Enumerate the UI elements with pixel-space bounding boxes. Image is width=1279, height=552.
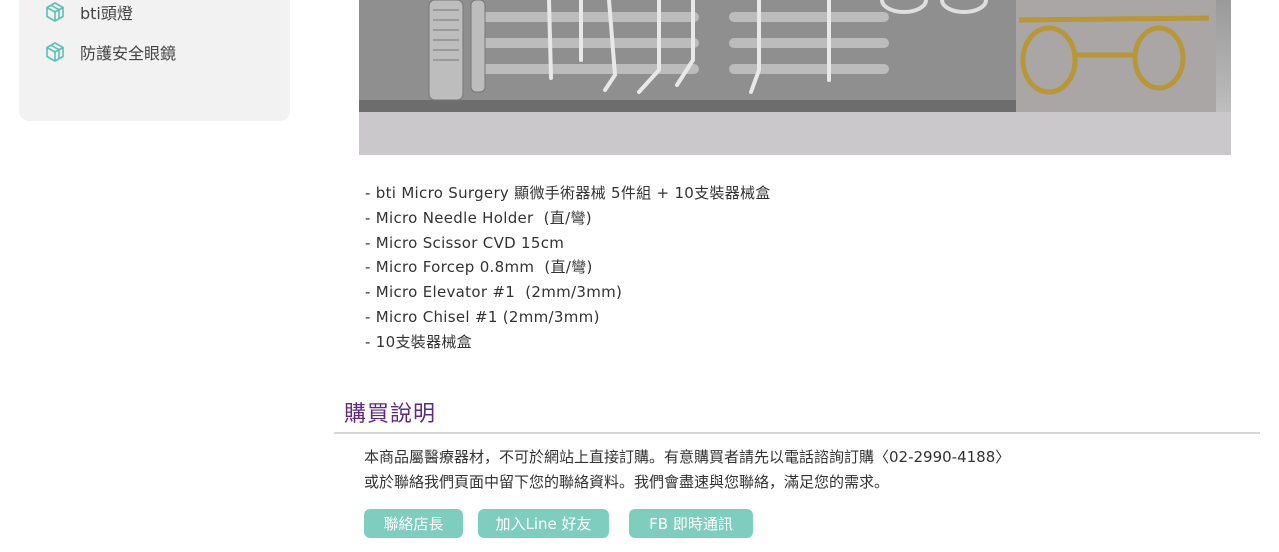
description-line: - Micro Scissor CVD 15cm	[365, 233, 565, 252]
purchase-section-title: 購買說明	[344, 402, 437, 427]
description-line: - Micro Elevator #1 (2mm/3mm)	[365, 283, 623, 302]
description-line: - Micro Forcep 0.8mm (直/彎)	[365, 258, 593, 277]
sidebar-item-safety-glasses[interactable]: 防護安全眼鏡	[44, 40, 176, 64]
contact-owner-button[interactable]: 聯絡店長	[364, 509, 463, 538]
description-line: - bti Micro Surgery 顯微手術器械 5件組 + 10支裝器械盒	[365, 184, 771, 202]
cube-outline-icon	[44, 1, 66, 23]
purchase-note-line: 本商品屬醫療器材，不可於網站上直接訂購。有意購買者請先以電話諮詢訂購〈02-29…	[364, 448, 1011, 466]
cube-outline-icon	[44, 41, 66, 63]
description-line: - Micro Chisel #1 (2mm/3mm)	[365, 307, 600, 326]
sidebar-category-panel: bti頭燈 防護安全眼鏡	[19, 0, 290, 121]
product-description: - bti Micro Surgery 顯微手術器械 5件組 + 10支裝器械盒…	[365, 181, 771, 355]
add-line-friend-button[interactable]: 加入Line 好友	[478, 509, 609, 538]
sidebar-item-label: 防護安全眼鏡	[80, 44, 177, 63]
description-line: - 10支裝器械盒	[365, 332, 472, 351]
product-photo	[359, 0, 1231, 155]
purchase-note: 本商品屬醫療器材，不可於網站上直接訂購。有意購買者請先以電話諮詢訂購〈02-29…	[364, 445, 1010, 495]
sidebar-item-label: bti頭燈	[80, 4, 133, 23]
section-divider	[334, 432, 1260, 434]
fb-messenger-button[interactable]: FB 即時通訊	[629, 509, 753, 538]
sidebar-item-bti-headlight[interactable]: bti頭燈	[44, 0, 133, 24]
description-line: - Micro Needle Holder (直/彎)	[365, 208, 592, 227]
purchase-note-line: 或於聯絡我們頁面中留下您的聯絡資料。我們會盡速與您聯絡，滿足您的需求。	[364, 473, 890, 491]
